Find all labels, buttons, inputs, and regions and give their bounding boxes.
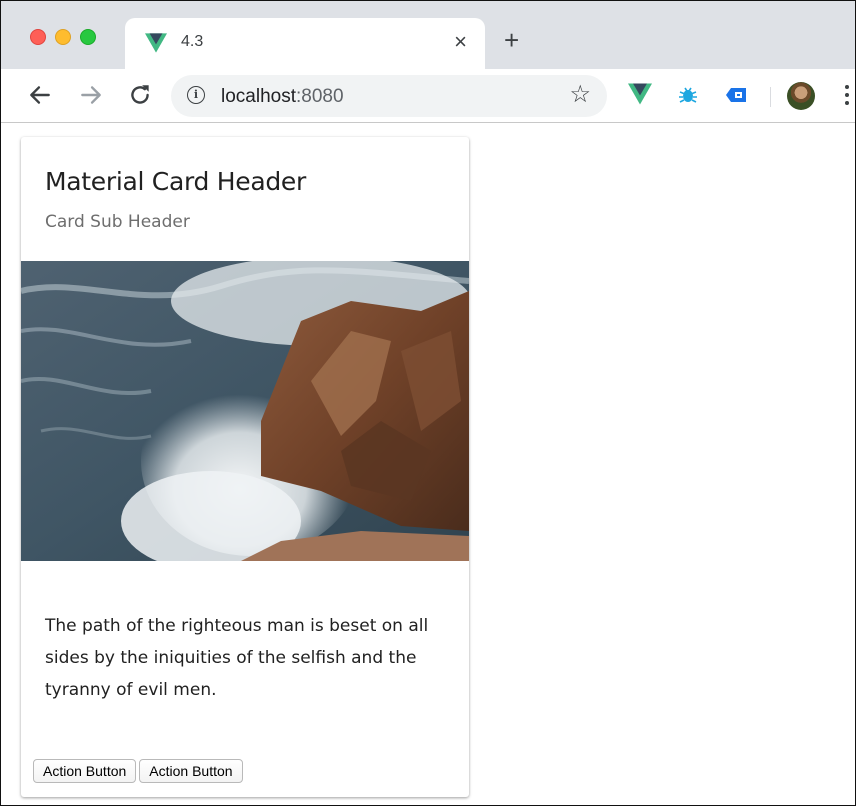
card-title: Material Card Header bbox=[45, 167, 306, 196]
url-port: :8080 bbox=[296, 86, 344, 107]
toolbar-divider bbox=[770, 87, 771, 107]
reload-icon[interactable] bbox=[127, 82, 153, 108]
url-text[interactable]: localhost:8080 bbox=[221, 86, 344, 108]
star-icon[interactable]: ☆ bbox=[569, 83, 591, 107]
browser-toolbar: i localhost:8080 ☆ bbox=[1, 69, 855, 123]
card-body-text: The path of the righteous man is beset o… bbox=[45, 616, 429, 700]
back-arrow-icon[interactable] bbox=[27, 82, 53, 108]
tab-title: 4.3 bbox=[181, 33, 204, 50]
card-actions: Action Button Action Button bbox=[33, 759, 243, 783]
tab-strip: 4.3 × + bbox=[1, 1, 855, 69]
avatar[interactable] bbox=[787, 82, 815, 110]
action-button-1[interactable]: Action Button bbox=[33, 759, 137, 783]
address-bar[interactable]: i localhost:8080 ☆ bbox=[171, 75, 607, 117]
close-window-button[interactable] bbox=[30, 29, 46, 45]
vue-devtools-icon[interactable] bbox=[628, 83, 652, 105]
card-image bbox=[21, 261, 469, 561]
minimize-window-button[interactable] bbox=[55, 29, 71, 45]
url-host: localhost bbox=[221, 86, 296, 107]
browser-window: 4.3 × + i localhost:8080 ☆ Material Card… bbox=[0, 0, 856, 806]
material-card: Material Card Header Card Sub Header The… bbox=[21, 137, 469, 797]
maximize-window-button[interactable] bbox=[80, 29, 96, 45]
close-tab-icon[interactable]: × bbox=[454, 30, 467, 54]
card-subtitle: Card Sub Header bbox=[45, 212, 190, 232]
bug-icon[interactable] bbox=[677, 84, 699, 106]
more-vert-icon[interactable] bbox=[845, 85, 849, 109]
window-controls bbox=[30, 29, 96, 45]
vue-logo-icon bbox=[145, 33, 167, 53]
new-tab-button[interactable]: + bbox=[504, 26, 519, 54]
info-icon[interactable]: i bbox=[187, 86, 205, 104]
forward-arrow-icon[interactable] bbox=[78, 82, 104, 108]
action-button-2[interactable]: Action Button bbox=[139, 759, 243, 783]
screen-cast-icon[interactable] bbox=[724, 84, 748, 106]
tab-active[interactable]: 4.3 × bbox=[125, 18, 485, 69]
